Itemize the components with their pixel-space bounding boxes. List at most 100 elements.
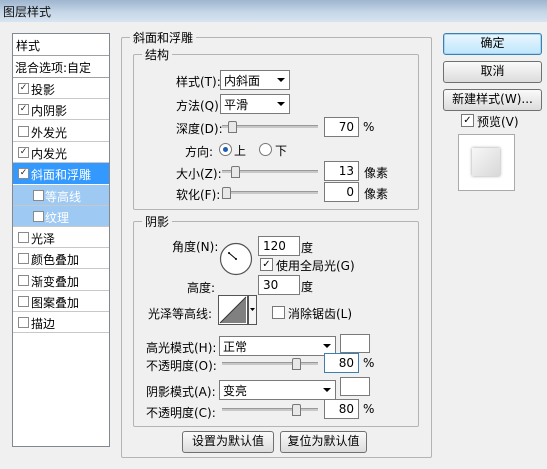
preview-checkbox[interactable]: ✓ [461,114,474,127]
altitude-input[interactable]: 30 [258,275,300,295]
soften-slider[interactable] [222,187,318,199]
sidebar-item-checkbox[interactable]: ✓ [18,168,29,180]
highlight-opacity-unit: % [363,356,375,370]
sidebar-item[interactable]: ✓ 投影 [13,78,109,99]
sidebar-item[interactable]: 渐变叠加 [13,270,109,291]
direction-up-radio[interactable] [219,143,232,156]
sidebar-item[interactable]: 描边 [13,312,109,334]
angle-input[interactable]: 120 [258,236,300,256]
sidebar-item-checkbox[interactable] [33,189,44,201]
sidebar-item-label: 渐变叠加 [31,274,80,289]
highlight-opacity-thumb[interactable] [291,358,301,370]
style-select-value: 内斜面 [224,74,261,88]
soften-slider-thumb[interactable] [222,187,231,199]
size-label: 大小(Z): [176,167,222,181]
sidebar-item-checkbox[interactable]: ✓ [18,83,29,94]
sidebar-item-label: 颜色叠加 [31,253,80,268]
cancel-button[interactable]: 取消 [443,61,542,83]
depth-input[interactable]: 70 [324,117,359,137]
style-label: 样式(T): [176,75,221,89]
global-light-label: 使用全局光(G) [276,259,355,273]
sidebar-item-checkbox[interactable] [18,274,29,286]
sidebar-item-checkbox[interactable] [18,232,29,244]
chevron-down-icon [323,344,331,348]
sidebar-item-label: 外发光 [31,125,68,140]
depth-unit: % [363,120,375,134]
sidebar-item-checkbox[interactable] [18,317,29,329]
sidebar-item[interactable]: ✓ 内发光 [13,142,109,163]
soften-label: 软化(F): [176,188,221,202]
shadow-opacity-value: 80 [338,402,354,416]
shadow-color-swatch[interactable] [340,377,370,396]
shadow-opacity-label: 不透明度(C): [146,406,216,420]
sidebar-item[interactable]: 外发光 [13,121,109,142]
sidebar-item[interactable]: ✓ 斜面和浮雕 [13,163,109,185]
title-bar: 图层样式 [0,0,547,22]
sidebar-item-checkbox[interactable] [18,296,29,307]
reset-default-button[interactable]: 复位为默认值 [280,431,367,453]
shadow-opacity-slider[interactable] [222,404,318,416]
global-light-checkbox[interactable]: ✓ [260,258,273,271]
depth-slider-thumb[interactable] [228,121,238,133]
sidebar-item-label: 投影 [31,83,56,97]
sidebar-item[interactable]: 光泽 [13,227,109,249]
window-title: 图层样式 [3,5,52,19]
angle-label: 角度(N): [172,240,219,254]
sidebar-item[interactable]: 等高线 [13,184,109,206]
contour-preview-icon [218,295,257,325]
chevron-down-icon [323,388,331,392]
sidebar-item-label: 内阴影 [31,104,68,119]
shadow-opacity-thumb[interactable] [291,404,301,416]
sidebar-item-label: 纹理 [45,210,70,225]
size-input[interactable]: 13 [324,161,359,181]
highlight-opacity-slider[interactable] [222,358,318,370]
sidebar-item-label: 光泽 [31,232,56,247]
anti-alias-label: 消除锯齿(L) [288,307,353,321]
sidebar-item[interactable]: 颜色叠加 [13,248,109,270]
new-style-button[interactable]: 新建样式(W)... [443,89,542,111]
bevel-emboss-title: 斜面和浮雕 [130,29,197,46]
depth-slider[interactable] [222,121,318,133]
make-default-button[interactable]: 设置为默认值 [182,431,274,453]
technique-select[interactable]: 平滑 [220,94,290,114]
highlight-color-swatch[interactable] [340,334,370,353]
styles-header[interactable]: 样式 [13,34,109,56]
technique-label: 方法(Q): [176,99,223,113]
highlight-opacity-input[interactable]: 80 [324,353,359,373]
chevron-down-icon [277,78,285,82]
size-slider-thumb[interactable] [230,166,240,178]
check-icon: ✓ [463,115,472,126]
direction-down-radio[interactable] [259,143,272,156]
sidebar-item-checkbox[interactable] [33,210,44,222]
altitude-value: 30 [263,278,279,292]
direction-down-label: 下 [275,144,288,158]
soften-input[interactable]: 0 [324,182,359,202]
shading-title: 阴影 [142,213,173,230]
technique-select-value: 平滑 [224,98,249,112]
size-slider[interactable] [222,166,318,178]
style-select[interactable]: 内斜面 [220,70,290,90]
sidebar-item[interactable]: 纹理 [13,205,109,227]
highlight-opacity-label: 不透明度(O): [146,359,217,373]
ok-button[interactable]: 确定 [443,33,542,55]
blend-options-label: 混合选项:自定 [15,61,92,75]
shadow-mode-label: 阴影模式(A): [146,385,216,399]
angle-unit: 度 [301,241,314,255]
sidebar-item-checkbox[interactable] [18,253,29,265]
anti-alias-checkbox[interactable] [272,306,285,319]
sidebar-item[interactable]: 图案叠加 [13,291,109,312]
sidebar-item-checkbox[interactable]: ✓ [18,104,29,116]
sidebar-item[interactable]: ✓ 内阴影 [13,99,109,121]
soften-value: 0 [346,185,354,199]
angle-dial[interactable] [219,242,253,276]
sidebar-item-checkbox[interactable] [18,125,29,137]
shadow-opacity-input[interactable]: 80 [324,399,359,419]
highlight-mode-select[interactable]: 正常 [219,336,336,356]
blend-options-item[interactable]: 混合选项:自定 [13,56,109,78]
size-unit: 像素 [364,166,389,180]
preview-label: 预览(V) [477,115,519,129]
angle-dial-icon [219,242,253,276]
shadow-mode-select[interactable]: 变亮 [219,380,336,400]
gloss-contour-picker[interactable] [218,295,258,325]
sidebar-item-checkbox[interactable]: ✓ [18,146,29,158]
